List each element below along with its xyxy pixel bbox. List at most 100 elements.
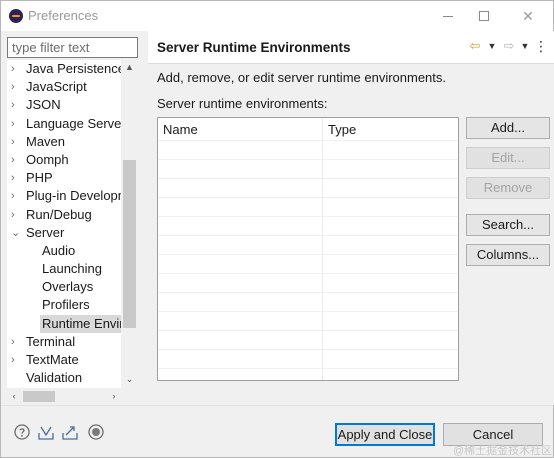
tree-horizontal-scrollbar[interactable]: ‹ › <box>7 388 138 405</box>
table-row-divider <box>158 178 458 179</box>
tree-item-validation[interactable]: Validation <box>7 369 121 387</box>
tree-item-java-persistence[interactable]: › Java Persistence <box>7 60 121 78</box>
table-row-divider <box>158 368 458 369</box>
tree-item-server-profilers[interactable]: Profilers <box>7 296 121 314</box>
column-separator[interactable] <box>322 118 323 380</box>
tree-item-label: Oomph <box>26 151 69 167</box>
tree-item-label: JSON <box>26 97 61 113</box>
back-arrow-icon[interactable]: ⇦ <box>466 38 484 54</box>
filter-input[interactable] <box>7 37 138 58</box>
scroll-thumb[interactable] <box>123 160 136 328</box>
tree-item-maven[interactable]: › Maven <box>7 133 121 151</box>
page-title: Server Runtime Environments <box>157 40 351 55</box>
table-row-divider <box>158 254 458 255</box>
chevron-right-icon[interactable]: › <box>11 187 21 205</box>
tree-item-server-audio[interactable]: Audio <box>7 242 121 260</box>
table-header: Name Type <box>158 118 458 140</box>
table-row-divider <box>158 273 458 274</box>
export-preferences-icon[interactable] <box>62 424 78 440</box>
scroll-down-icon[interactable]: ⌄ <box>121 372 138 386</box>
import-preferences-icon[interactable] <box>38 424 54 440</box>
tree-vertical-scrollbar[interactable]: ▲ ⌄ <box>121 60 138 388</box>
tree-item-label: Overlays <box>42 279 94 295</box>
window-title: Preferences <box>28 8 99 23</box>
eclipse-app-icon <box>9 9 23 23</box>
tree-item-label: Java Persistence <box>26 61 121 76</box>
column-header-name[interactable]: Name <box>163 122 198 137</box>
tree-item-label: Run/Debug <box>26 206 92 222</box>
scroll-right-icon[interactable]: › <box>107 389 121 404</box>
maximize-button[interactable] <box>469 4 499 28</box>
tree-list: › Java Persistence › JavaScript › JSON ›… <box>7 60 121 387</box>
panel-sash[interactable] <box>145 31 147 405</box>
tree-item-terminal[interactable]: › Terminal <box>7 333 121 351</box>
tree-item-server-runtime-environments[interactable]: Runtime Enviro <box>7 314 121 333</box>
table-row-divider <box>158 235 458 236</box>
table-row-divider <box>158 311 458 312</box>
tree-item-label: Terminal <box>26 333 76 349</box>
tree-item-php[interactable]: › PHP <box>7 169 121 187</box>
table-row-divider <box>158 216 458 217</box>
columns-button[interactable]: Columns... <box>466 244 550 266</box>
tree-item-language-servers[interactable]: › Language Server <box>7 115 121 133</box>
scroll-left-icon[interactable]: ‹ <box>7 389 21 404</box>
tree-item-server-launching[interactable]: Launching <box>7 260 121 278</box>
chevron-right-icon[interactable]: › <box>11 151 21 169</box>
tree-item-oomph[interactable]: › Oomph <box>7 151 121 169</box>
edit-button[interactable]: Edit... <box>466 147 550 169</box>
preferences-window: Preferences ✕ › Java Persistence › JavaS… <box>0 0 554 458</box>
record-icon[interactable] <box>88 424 104 440</box>
page-header: Server Runtime Environments ⇦ ▼ ⇨ ▼ ⋮ <box>148 31 554 64</box>
tree-item-label: Server <box>26 224 65 240</box>
chevron-right-icon[interactable]: › <box>11 133 21 151</box>
minimize-button[interactable] <box>433 4 463 28</box>
chevron-right-icon[interactable]: › <box>11 96 21 114</box>
chevron-right-icon[interactable]: › <box>11 169 21 187</box>
tree-item-label: Profilers <box>42 297 90 313</box>
table-row-divider <box>158 159 458 160</box>
maximize-icon <box>479 11 489 21</box>
chevron-right-icon[interactable]: › <box>11 206 21 224</box>
chevron-right-icon[interactable]: › <box>11 115 21 133</box>
add-button[interactable]: Add... <box>466 117 550 139</box>
minimize-icon <box>443 15 453 17</box>
tree-item-server[interactable]: ⌄ Server <box>7 224 121 242</box>
back-dropdown-icon[interactable]: ▼ <box>483 38 501 54</box>
table-row-divider <box>158 197 458 198</box>
apply-and-close-button[interactable]: Apply and Close <box>335 423 435 446</box>
tree-item-label: Language Server <box>26 115 121 131</box>
tree-item-json[interactable]: › JSON <box>7 96 121 114</box>
tree-item-label: Validation <box>26 370 83 386</box>
title-bar: Preferences ✕ <box>1 1 553 31</box>
tree-item-label: JavaScript <box>26 79 87 95</box>
tree-item-label: PHP <box>26 170 53 186</box>
preferences-tree: › Java Persistence › JavaScript › JSON ›… <box>7 60 138 388</box>
tree-item-server-overlays[interactable]: Overlays <box>7 278 121 296</box>
tree-item-javascript[interactable]: › JavaScript <box>7 78 121 96</box>
scroll-up-icon[interactable]: ▲ <box>121 60 138 74</box>
scroll-thumb[interactable] <box>23 391 55 402</box>
tree-item-plugin-development[interactable]: › Plug-in Developm <box>7 187 121 205</box>
close-button[interactable]: ✕ <box>513 4 543 28</box>
watermark: @稀土掘金技术社区 <box>453 445 553 457</box>
view-menu-icon[interactable]: ⋮ <box>532 38 550 54</box>
environments-table[interactable]: Name Type <box>157 117 459 381</box>
remove-button[interactable]: Remove <box>466 177 550 199</box>
tree-item-textmate[interactable]: › TextMate <box>7 351 121 369</box>
chevron-right-icon[interactable]: › <box>11 78 21 96</box>
table-row-divider <box>158 330 458 331</box>
page-description: Add, remove, or edit server runtime envi… <box>157 70 447 85</box>
chevron-down-icon[interactable]: ⌄ <box>11 224 21 242</box>
tree-item-label: Maven <box>26 133 66 149</box>
tree-item-label: Plug-in Developm <box>26 188 121 204</box>
dialog-button-bar: Apply and Close Cancel @稀土掘金技术社区 <box>1 405 553 457</box>
chevron-right-icon[interactable]: › <box>11 60 21 78</box>
help-icon[interactable] <box>14 424 30 440</box>
tree-item-run-debug[interactable]: › Run/Debug <box>7 206 121 224</box>
environments-list-label: Server runtime environments: <box>157 96 328 111</box>
search-button[interactable]: Search... <box>466 214 550 236</box>
table-row-divider <box>158 292 458 293</box>
chevron-right-icon[interactable]: › <box>11 351 21 369</box>
chevron-right-icon[interactable]: › <box>11 333 21 351</box>
column-header-type[interactable]: Type <box>328 122 356 137</box>
